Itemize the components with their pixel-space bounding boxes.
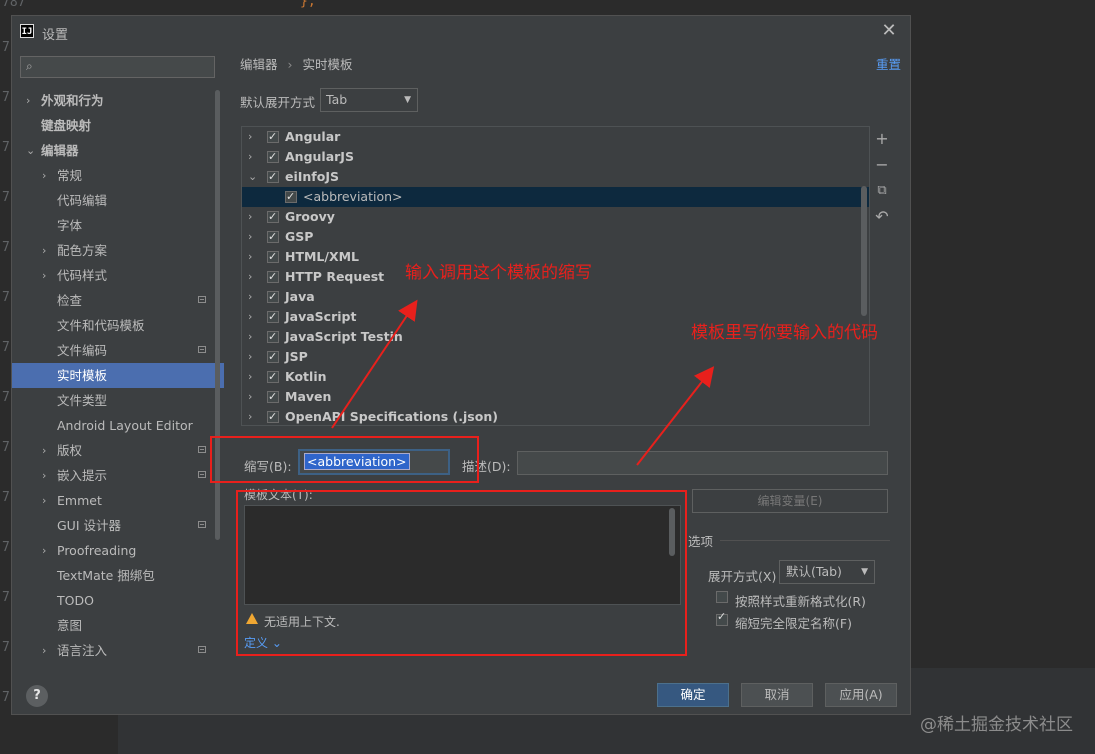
annotation-arrow-2 <box>636 366 715 466</box>
annotation-arrow-1 <box>331 299 418 429</box>
annotation-arrows <box>331 299 715 466</box>
watermark: @稀土掘金技术社区 <box>920 715 1073 735</box>
